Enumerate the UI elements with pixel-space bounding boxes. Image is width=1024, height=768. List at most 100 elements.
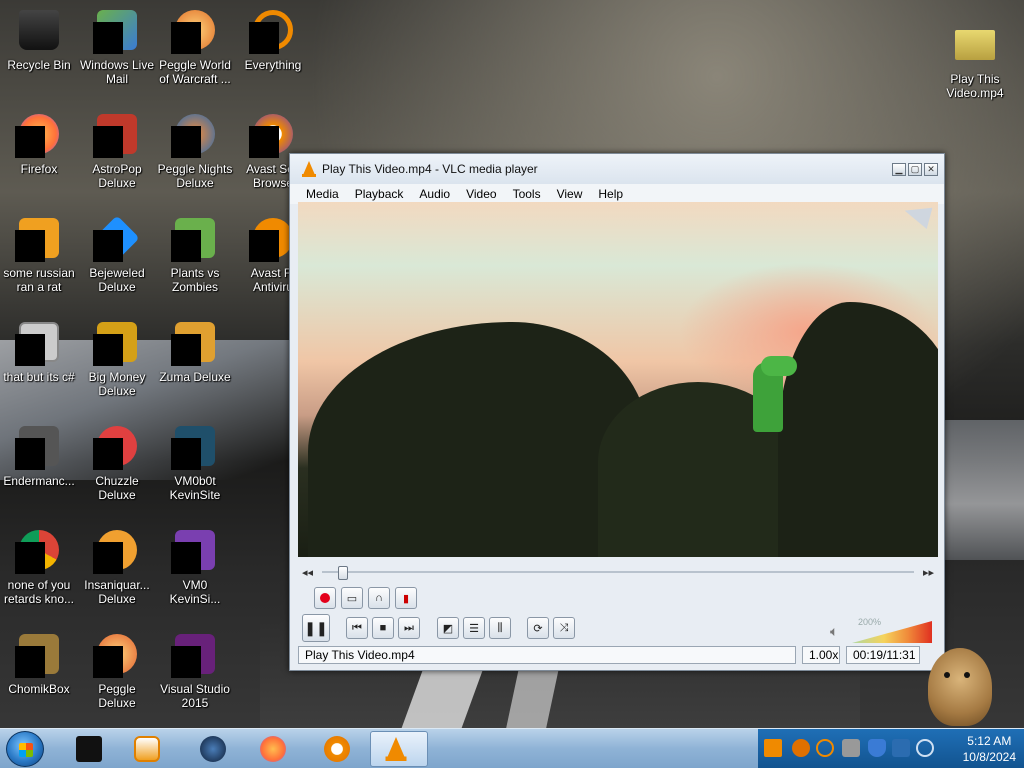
clock[interactable]: 5:12 AM 10/8/2024 (963, 733, 1016, 765)
desktop-icon-astropop[interactable]: AstroPop Deluxe (78, 110, 156, 190)
app-tray-icon[interactable] (842, 739, 860, 757)
terminal-icon (76, 736, 102, 762)
desktop-icon-none-of-you[interactable]: none of you retards kno... (0, 526, 78, 606)
extended-settings-button[interactable]: ⫼ (489, 617, 511, 639)
desktop-icon-chomikbox[interactable]: ChomikBox (0, 630, 78, 696)
desktop-icon-firefox[interactable]: Firefox (0, 110, 78, 176)
playlist-icon: ☰ (469, 622, 479, 635)
recycle-bin-icon (15, 6, 63, 54)
close-button[interactable]: ✕ (924, 163, 938, 176)
shuffle-button[interactable]: ⤨ (553, 617, 575, 639)
seek-forward-icon[interactable]: ▸▸ (923, 566, 934, 579)
desktop-icon-everything[interactable]: Everything (234, 6, 312, 72)
seek-back-icon[interactable]: ◂◂ (302, 566, 313, 579)
search-tray-icon[interactable] (816, 739, 834, 757)
taskbar-terminal[interactable] (62, 731, 116, 767)
menu-help[interactable]: Help (590, 187, 631, 201)
video-foliage (778, 302, 938, 557)
avast-browser-icon (249, 110, 297, 158)
desktop-icon-visual-studio[interactable]: Visual Studio 2015 (156, 630, 234, 710)
status-filename: Play This Video.mp4 (298, 646, 796, 664)
pause-button[interactable]: ❚❚ (302, 614, 330, 642)
loop-ab-button[interactable]: ∩ (368, 587, 390, 609)
taskbar-avast-browser[interactable] (310, 731, 364, 767)
desktop-hamster-image (928, 648, 992, 726)
media-player-icon (134, 736, 160, 762)
menu-bar: Media Playback Audio Video Tools View He… (290, 184, 944, 204)
volume-tray-icon[interactable] (916, 739, 934, 757)
desktop-icon-vm0b0t[interactable]: VM0b0t KevinSite (156, 422, 234, 502)
status-speed[interactable]: 1.00x (802, 646, 840, 664)
menu-audio[interactable]: Audio (411, 187, 458, 201)
menu-tools[interactable]: Tools (505, 187, 549, 201)
desktop-icon-russian-rat[interactable]: some russian ran a rat (0, 214, 78, 294)
desktop-icon-that-but-its-csharp[interactable]: that but its c# (0, 318, 78, 384)
shield-tray-icon[interactable] (868, 739, 886, 757)
desktop-icon-endermanch[interactable]: Endermanc... (0, 422, 78, 488)
zuma-icon (171, 318, 219, 366)
desktop-icon-big-money[interactable]: Big Money Deluxe (78, 318, 156, 398)
menu-video[interactable]: Video (458, 187, 504, 201)
fullscreen-button[interactable]: ◩ (437, 617, 459, 639)
maximize-button[interactable]: ▢ (908, 163, 922, 176)
mail-icon (93, 6, 141, 54)
loop-button[interactable]: ⟳ (527, 617, 549, 639)
peggle-icon (171, 6, 219, 54)
seek-bar[interactable]: ◂◂ ▸▸ (302, 566, 934, 580)
camera-icon: ▭ (346, 592, 358, 605)
vlc-tray-icon[interactable] (764, 739, 782, 757)
snapshot-button[interactable]: ▭ (341, 587, 363, 609)
previous-button[interactable]: ⏮ (346, 617, 368, 639)
desktop-icon-insaniquarium[interactable]: Insaniquar... Deluxe (78, 526, 156, 606)
system-tray: 5:12 AM 10/8/2024 (758, 729, 1024, 768)
desktop-icon-windows-live-mail[interactable]: Windows Live Mail (78, 6, 156, 86)
playlist-button[interactable]: ☰ (463, 617, 485, 639)
desktop-icon-bejeweled[interactable]: Bejeweled Deluxe (78, 214, 156, 294)
taskbar-media-player[interactable] (120, 731, 174, 767)
vlc-window[interactable]: Play This Video.mp4 - VLC media player ▁… (289, 153, 945, 671)
film-frame-icon: ▮ (402, 592, 410, 605)
menu-view[interactable]: View (549, 187, 591, 201)
taskbar-vlc[interactable] (370, 731, 428, 767)
status-time[interactable]: 00:19/11:31 (846, 646, 920, 664)
visual-studio-icon (171, 630, 219, 678)
next-button[interactable]: ⏭ (398, 617, 420, 639)
start-button[interactable] (6, 731, 44, 767)
astropop-icon (93, 110, 141, 158)
minimize-button[interactable]: ▁ (892, 163, 906, 176)
menu-playback[interactable]: Playback (347, 187, 412, 201)
desktop-icon-peggle-wow[interactable]: Peggle World of Warcraft ... (156, 6, 234, 86)
volume-control[interactable]: 🔈︎ 200% (830, 617, 934, 643)
next-icon: ⏭ (404, 621, 414, 634)
taskbar-firefox[interactable] (246, 731, 300, 767)
pause-icon: ❚❚ (304, 619, 328, 636)
video-area[interactable] (298, 202, 938, 557)
avast-tray-icon[interactable] (792, 739, 810, 757)
taskbar-steam[interactable] (186, 731, 240, 767)
desktop-icon-chuzzle[interactable]: Chuzzle Deluxe (78, 422, 156, 502)
previous-icon: ⏮ (352, 621, 362, 634)
firefox-icon (260, 736, 286, 762)
display-tray-icon[interactable] (892, 739, 910, 757)
desktop-icon-vm0-kevinsite[interactable]: VM0 KevinSi... (156, 526, 234, 606)
seek-handle[interactable] (337, 566, 348, 580)
stop-button[interactable]: ■ (372, 617, 394, 639)
desktop-icon-peggle-deluxe[interactable]: Peggle Deluxe (78, 630, 156, 710)
desktop-icon-peggle-nights[interactable]: Peggle Nights Deluxe (156, 110, 234, 190)
frame-step-button[interactable]: ▮ (395, 587, 417, 609)
desktop-icon-pvz[interactable]: Plants vs Zombies (156, 214, 234, 294)
desktop-icon-play-this-video[interactable]: Play This Video.mp4 (936, 20, 1014, 100)
shuffle-icon: ⤨ (559, 621, 569, 634)
menu-media[interactable]: Media (298, 187, 347, 201)
steam-icon (200, 736, 226, 762)
loop-ab-icon: ∩ (375, 592, 383, 604)
avast-browser-icon (324, 736, 350, 762)
pvz-icon (171, 214, 219, 262)
seek-track[interactable] (322, 571, 914, 573)
bigmoney-icon (93, 318, 141, 366)
record-button[interactable] (314, 587, 336, 609)
desktop-icon-zuma[interactable]: Zuma Deluxe (156, 318, 234, 384)
title-bar[interactable]: Play This Video.mp4 - VLC media player ▁… (290, 154, 944, 184)
speaker-icon[interactable]: 🔈︎ (830, 623, 838, 640)
desktop-icon-recycle-bin[interactable]: Recycle Bin (0, 6, 78, 72)
